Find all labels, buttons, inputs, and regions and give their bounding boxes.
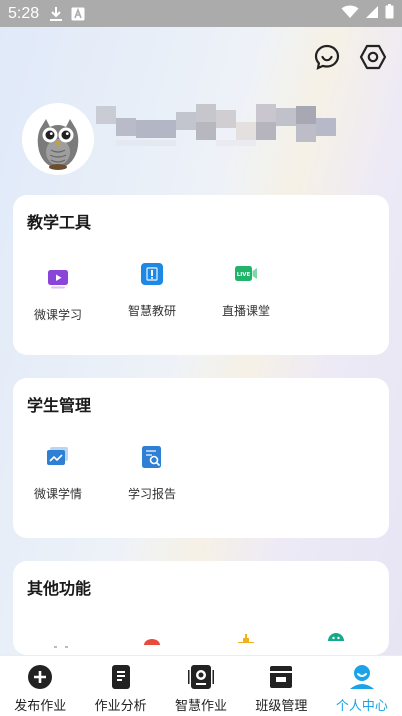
other-icon-1-partial: [51, 633, 71, 648]
live-icon: LIVE: [234, 262, 258, 286]
app-notification-icon: [71, 7, 85, 21]
battery-icon: [385, 4, 394, 23]
user-info-redacted: [96, 104, 336, 146]
nav-label: 智慧作业: [175, 699, 228, 714]
svg-text:LIVE: LIVE: [237, 272, 251, 278]
section-title: 其他功能: [27, 579, 92, 598]
student-management-card: 学生管理 微课学情 学习报告: [13, 378, 389, 538]
section-title: 教学工具: [27, 213, 92, 232]
other-icon-4-partial: [327, 626, 345, 641]
chart-icon: [46, 445, 70, 469]
tool-study-report[interactable]: 学习报告: [105, 445, 199, 502]
other-icon-2-partial: [143, 630, 161, 645]
research-icon: [140, 262, 164, 286]
download-icon: [49, 6, 63, 22]
tool-label: 微课学习: [33, 308, 82, 322]
nav-label: 作业分析: [94, 699, 147, 714]
message-icon[interactable]: [312, 42, 342, 72]
teaching-tools-card: 教学工具 微课学习 智慧教研 LIVE 直播课堂: [13, 195, 389, 355]
status-bar: 5:28: [0, 0, 402, 27]
nav-homework-analysis[interactable]: 作业分析: [80, 656, 160, 716]
nav-label: 个人中心: [335, 699, 388, 714]
signal-icon: [365, 5, 379, 23]
video-play-icon: [46, 266, 70, 290]
nav-personal-center[interactable]: 个人中心: [322, 656, 402, 716]
bottom-navigation: 发布作业 作业分析 智慧作业 班级管理 个人中心: [0, 655, 402, 716]
tool-label: 智慧教研: [127, 304, 176, 318]
tool-micro-lesson[interactable]: 微课学习: [11, 266, 105, 323]
nav-publish-homework[interactable]: 发布作业: [0, 656, 80, 716]
nav-label: 发布作业: [14, 699, 67, 714]
settings-icon[interactable]: [358, 42, 388, 72]
class-icon: [268, 664, 294, 690]
nav-smart-homework[interactable]: 智慧作业: [161, 656, 241, 716]
other-functions-card: 其他功能: [13, 561, 389, 655]
nav-class-management[interactable]: 班级管理: [241, 656, 321, 716]
report-icon: [140, 445, 164, 469]
tool-live-class[interactable]: LIVE 直播课堂: [199, 262, 293, 319]
status-time: 5:28: [8, 4, 40, 22]
other-icon-3-partial: [237, 628, 255, 644]
tool-label: 微课学情: [33, 487, 82, 501]
person-icon: [349, 664, 375, 690]
document-icon: [108, 664, 134, 690]
nav-label: 班级管理: [255, 699, 308, 714]
tool-micro-lesson-stats[interactable]: 微课学情: [11, 445, 105, 502]
wifi-icon: [341, 5, 359, 23]
avatar[interactable]: [24, 105, 92, 173]
section-title: 学生管理: [27, 396, 92, 415]
smart-homework-icon: [187, 664, 215, 690]
top-actions: [312, 42, 388, 72]
tool-label: 直播课堂: [221, 304, 270, 318]
tool-label: 学习报告: [127, 487, 176, 501]
add-circle-icon: [27, 664, 53, 690]
tool-smart-research[interactable]: 智慧教研: [105, 262, 199, 319]
